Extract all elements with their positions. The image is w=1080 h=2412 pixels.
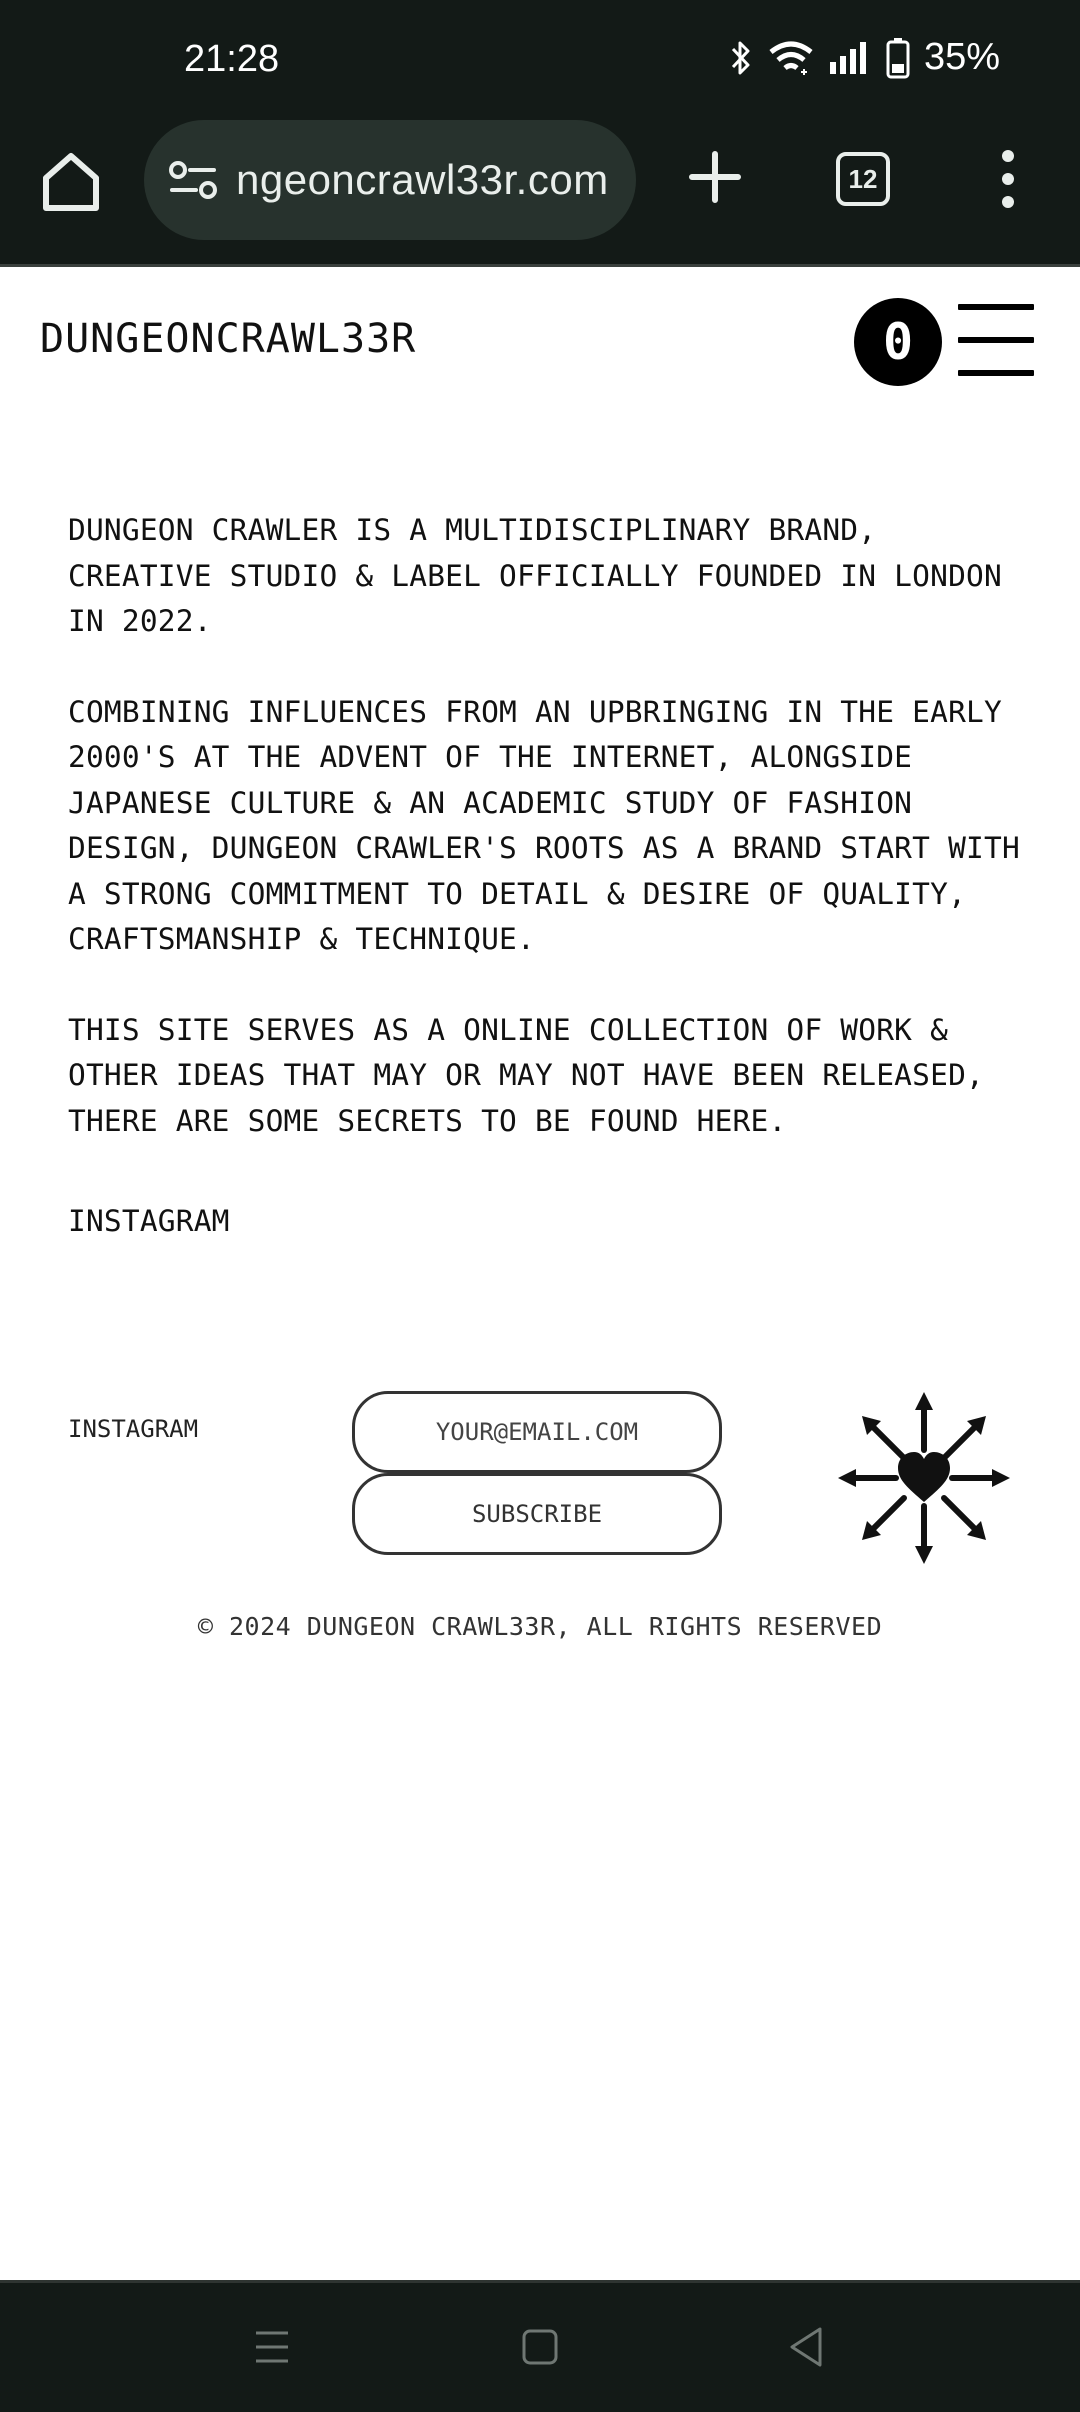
system-nav-bar <box>0 2280 1080 2412</box>
home-icon[interactable] <box>36 146 106 216</box>
about-content: DUNGEON CRAWLER IS A MULTIDISCIPLINARY B… <box>68 508 1028 1245</box>
battery-icon <box>886 37 910 78</box>
new-tab-icon[interactable] <box>680 142 750 212</box>
email-field[interactable] <box>352 1391 722 1473</box>
zero-button[interactable]: 0 <box>854 298 942 386</box>
site-info-icon[interactable] <box>168 160 218 200</box>
status-bar: 21:28 35% <box>0 0 1080 120</box>
about-paragraph-1: DUNGEON CRAWLER IS A MULTIDISCIPLINARY B… <box>68 513 1002 638</box>
hamburger-line <box>958 304 1034 310</box>
about-paragraph-2: COMBINING INFLUENCES FROM AN UPBRINGING … <box>68 694 1020 957</box>
back-icon[interactable] <box>786 2325 826 2369</box>
url-text[interactable]: ngeoncrawl33r.com <box>236 156 609 204</box>
hamburger-line <box>958 337 1034 343</box>
menu-dots-icon[interactable] <box>990 144 1026 214</box>
copyright-text: © 2024 DUNGEON CRAWL33R, ALL RIGHTS RESE… <box>197 1612 883 1641</box>
wifi-icon <box>769 41 813 75</box>
subscribe-button[interactable]: SUBSCRIBE <box>352 1473 722 1555</box>
status-icons: 35% <box>728 36 1000 79</box>
status-time: 21:28 <box>184 38 280 80</box>
battery-percent: 35% <box>923 36 1000 78</box>
site-logo[interactable]: DUNGEONCRAWL33R <box>40 316 416 362</box>
footer-instagram-link[interactable]: INSTAGRAM <box>68 1415 198 1443</box>
hamburger-line <box>958 370 1034 376</box>
chaos-star-heart-icon <box>838 1392 1010 1564</box>
instagram-link[interactable]: INSTAGRAM <box>68 1199 230 1245</box>
browser-divider <box>0 264 1080 267</box>
url-bar[interactable]: ngeoncrawl33r.com <box>144 120 636 240</box>
about-paragraph-3: THIS SITE SERVES AS A ONLINE COLLECTION … <box>68 1012 984 1138</box>
tab-switcher-button[interactable]: 12 <box>836 152 890 206</box>
bluetooth-icon <box>731 41 750 74</box>
recents-icon[interactable] <box>252 2327 292 2367</box>
browser-toolbar: ngeoncrawl33r.com 12 <box>0 120 1080 266</box>
home-nav-icon[interactable] <box>520 2327 560 2367</box>
hamburger-menu-icon[interactable] <box>958 304 1034 376</box>
signal-icon <box>829 41 866 74</box>
